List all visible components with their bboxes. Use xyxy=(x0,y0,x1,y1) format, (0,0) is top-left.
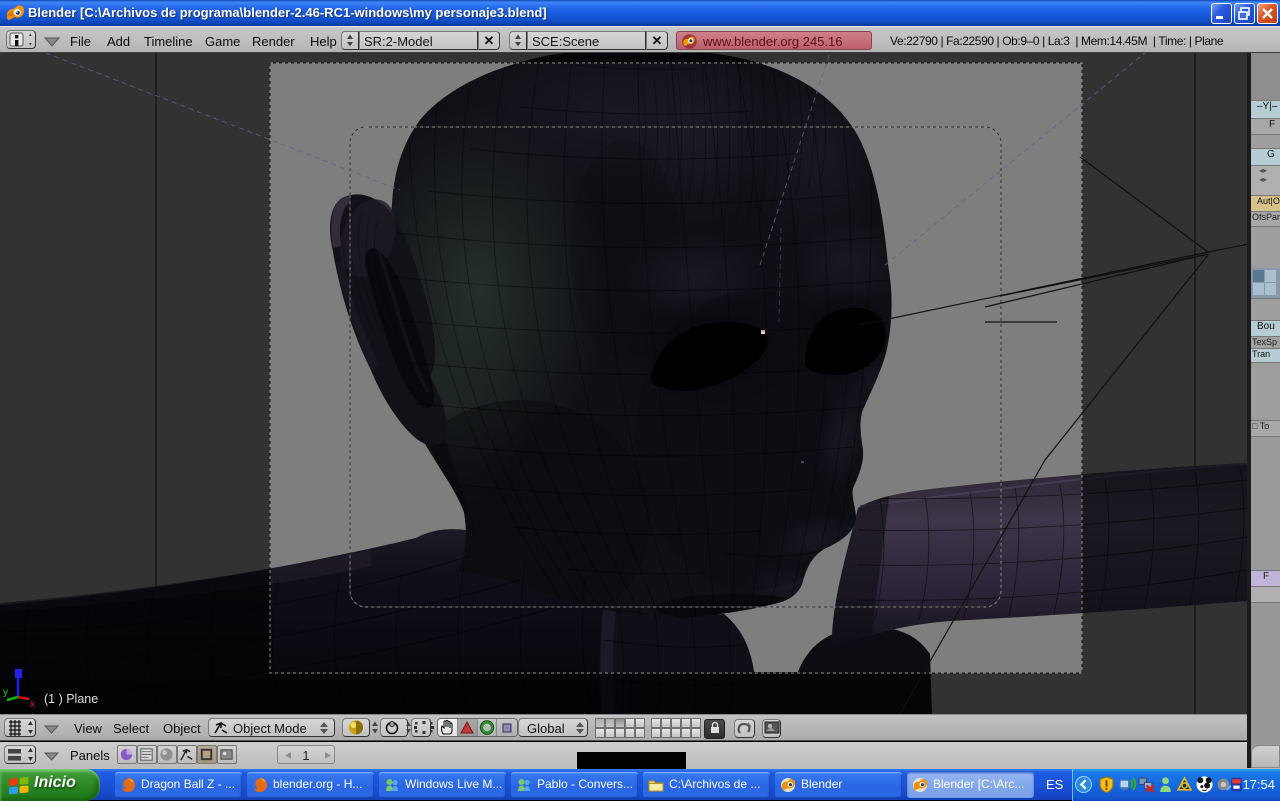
svg-text:x: x xyxy=(30,699,35,710)
svg-text:(1 ) Plane: (1 ) Plane xyxy=(44,692,98,706)
svg-text:y: y xyxy=(3,687,8,698)
